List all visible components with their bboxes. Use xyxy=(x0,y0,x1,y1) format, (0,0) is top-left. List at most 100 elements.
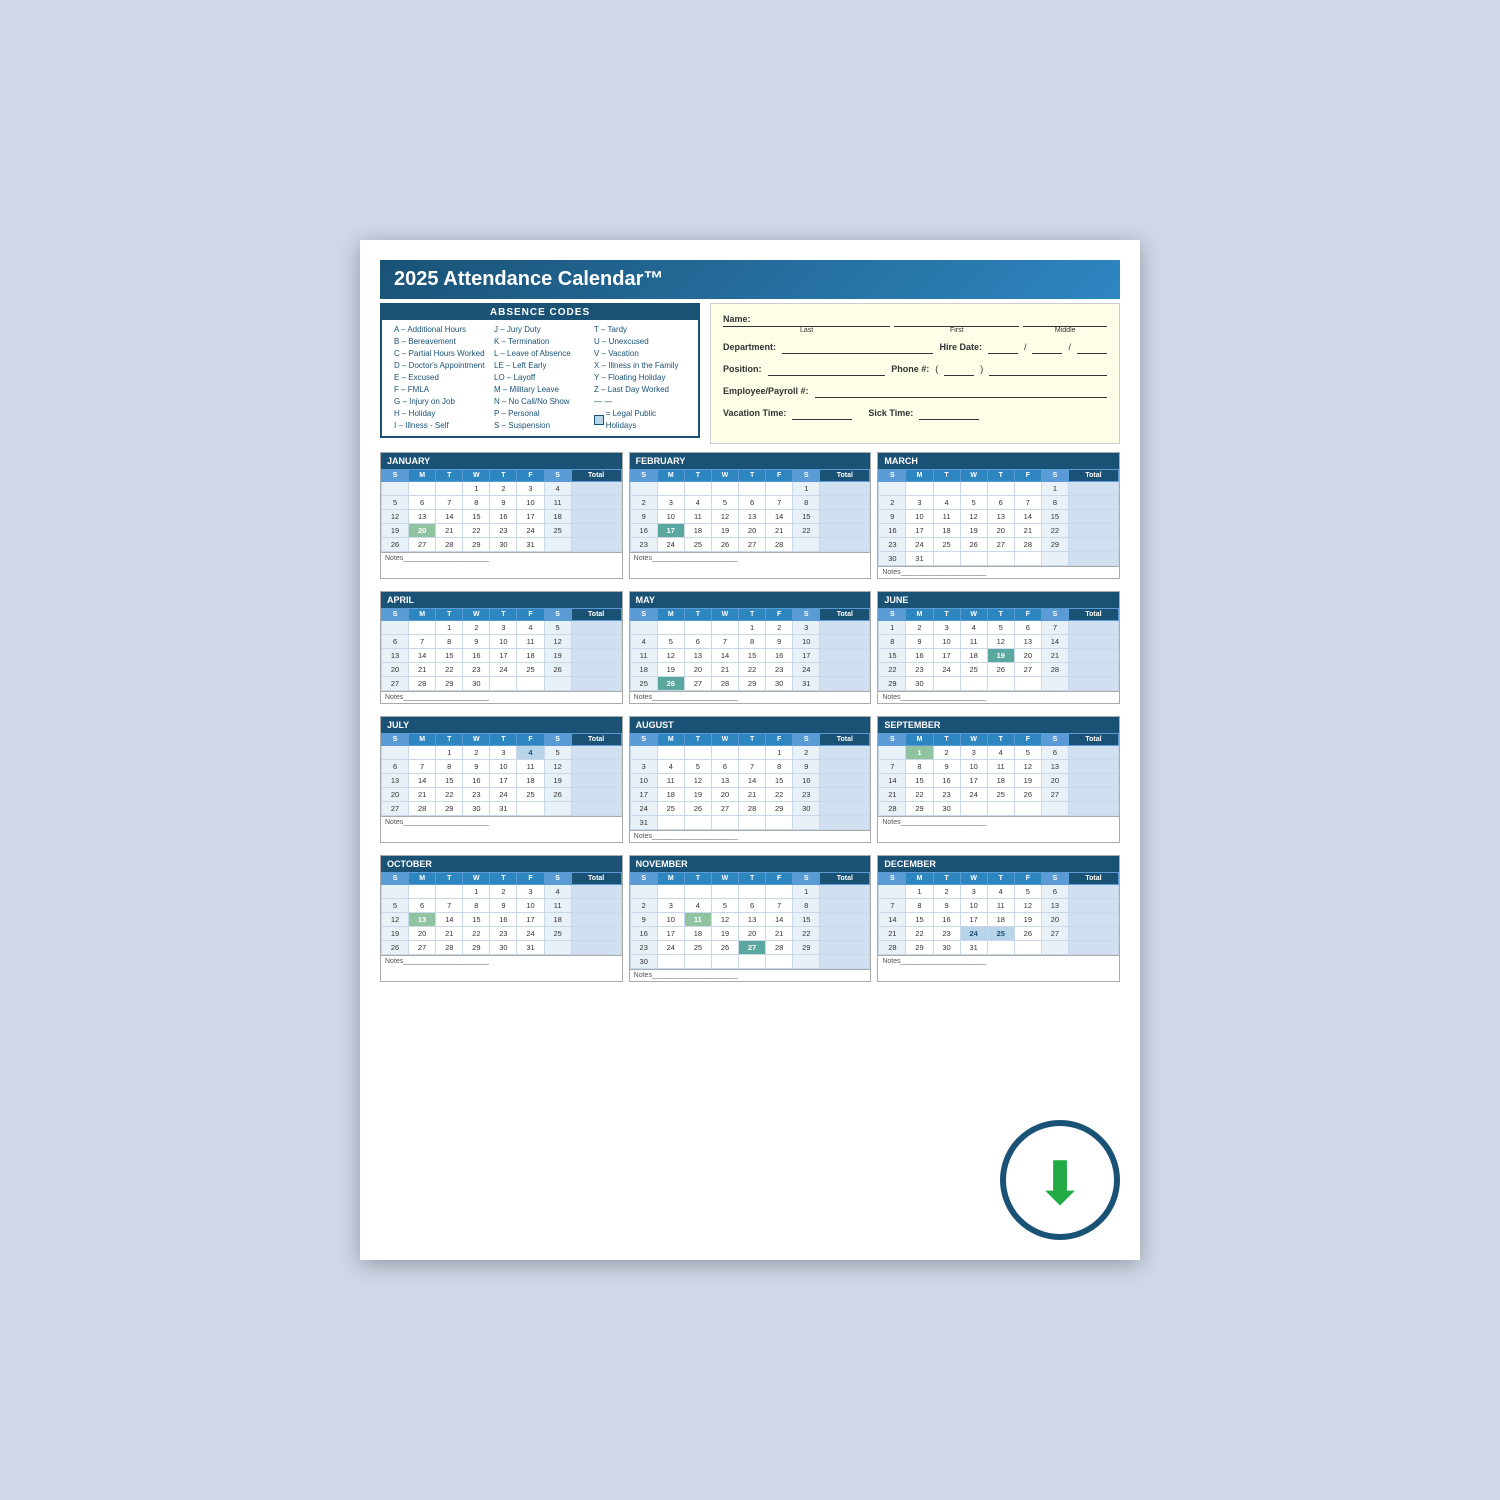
cal-day-cell: 29 xyxy=(879,677,906,691)
cal-week-row: 10111213141516 xyxy=(630,774,870,788)
cal-total-cell xyxy=(820,677,870,691)
cal-day-cell xyxy=(1014,677,1041,691)
cal-col-header-f-5: F xyxy=(517,873,544,885)
last-label: Last xyxy=(723,327,890,334)
cal-day-cell: 8 xyxy=(463,899,490,913)
cal-day-cell: 28 xyxy=(409,802,436,816)
cal-day-cell xyxy=(382,621,409,635)
cal-col-header-t-4: T xyxy=(490,734,517,746)
cal-day-cell: 2 xyxy=(766,621,793,635)
cal-total-cell xyxy=(820,482,870,496)
cal-col-header-w-3: W xyxy=(463,873,490,885)
cal-col-header-s-6: S xyxy=(793,873,820,885)
cal-col-header-total-7: Total xyxy=(1068,734,1118,746)
cal-week-row: 123456 xyxy=(879,885,1119,899)
cal-week-row: 15161718192021 xyxy=(879,649,1119,663)
cal-day-cell: 12 xyxy=(382,913,409,927)
cal-col-header-s-0: S xyxy=(879,470,906,482)
dept-field[interactable] xyxy=(782,340,933,354)
phone-area[interactable] xyxy=(944,362,974,376)
phone-number[interactable] xyxy=(989,362,1107,376)
cal-day-cell: 8 xyxy=(879,635,906,649)
code-P: P – Personal xyxy=(494,408,586,420)
cal-day-cell xyxy=(739,746,766,760)
cal-day-cell: 7 xyxy=(1041,621,1068,635)
cal-total-cell xyxy=(820,802,870,816)
cal-day-cell xyxy=(657,955,684,969)
cal-total-cell xyxy=(820,649,870,663)
hire-month[interactable] xyxy=(988,340,1018,354)
cal-day-cell: 27 xyxy=(409,941,436,955)
cal-col-header-m-1: M xyxy=(409,873,436,885)
cal-total-cell xyxy=(571,774,621,788)
emp-label: Employee/Payroll #: xyxy=(723,386,809,396)
cal-total-cell xyxy=(1068,663,1118,677)
emp-field[interactable] xyxy=(815,384,1107,398)
cal-total-cell xyxy=(571,885,621,899)
cal-day-cell: 28 xyxy=(409,677,436,691)
cal-day-cell: 20 xyxy=(382,788,409,802)
sick-field[interactable] xyxy=(919,406,979,420)
cal-day-cell: 1 xyxy=(463,885,490,899)
hire-year[interactable] xyxy=(1077,340,1107,354)
cal-total-cell xyxy=(571,621,621,635)
cal-day-cell: 1 xyxy=(436,621,463,635)
cal-col-header-w-3: W xyxy=(960,873,987,885)
position-field[interactable] xyxy=(768,362,886,376)
cal-table-april: SMTWTFSTotal1234567891011121314151617181… xyxy=(381,608,622,691)
hire-day[interactable] xyxy=(1032,340,1062,354)
cal-day-cell: 9 xyxy=(766,635,793,649)
cal-col-header-t-4: T xyxy=(987,470,1014,482)
cal-day-cell: 10 xyxy=(960,899,987,913)
cal-day-cell: 18 xyxy=(684,927,711,941)
cal-day-cell: 4 xyxy=(987,885,1014,899)
cal-day-cell: 24 xyxy=(657,941,684,955)
cal-day-cell: 9 xyxy=(463,760,490,774)
cal-total-cell xyxy=(571,510,621,524)
cal-day-cell: 30 xyxy=(933,802,960,816)
cal-day-cell: 13 xyxy=(1041,899,1068,913)
cal-day-cell: 4 xyxy=(987,746,1014,760)
cal-day-cell: 16 xyxy=(490,913,517,927)
cal-col-header-s-6: S xyxy=(1041,734,1068,746)
cal-day-cell: 15 xyxy=(463,913,490,927)
download-circle[interactable]: ⬇ xyxy=(1000,1120,1120,1240)
cal-day-cell: 3 xyxy=(657,496,684,510)
code-I: I – Illness - Self xyxy=(394,420,486,432)
cal-day-cell xyxy=(711,955,738,969)
cal-day-cell: 20 xyxy=(1041,913,1068,927)
cal-day-cell xyxy=(793,538,820,552)
cal-day-cell: 13 xyxy=(739,913,766,927)
cal-col-header-t-2: T xyxy=(436,873,463,885)
vacation-field[interactable] xyxy=(792,406,852,420)
cal-day-cell: 22 xyxy=(463,927,490,941)
cal-day-cell: 11 xyxy=(544,899,571,913)
cal-day-cell: 4 xyxy=(544,482,571,496)
cal-day-cell: 7 xyxy=(436,899,463,913)
cal-day-cell: 2 xyxy=(630,496,657,510)
cal-day-cell: 13 xyxy=(711,774,738,788)
cal-day-cell: 15 xyxy=(906,774,933,788)
cal-day-cell: 1 xyxy=(436,746,463,760)
cal-week-row: 30 xyxy=(630,955,870,969)
download-overlay[interactable]: ⬇ xyxy=(1000,1120,1120,1240)
cal-day-cell: 21 xyxy=(766,927,793,941)
cal-col-header-f-5: F xyxy=(517,470,544,482)
cal-day-cell: 5 xyxy=(711,899,738,913)
cal-day-cell: 11 xyxy=(517,635,544,649)
cal-day-cell: 16 xyxy=(463,774,490,788)
cal-col-header-m-1: M xyxy=(657,470,684,482)
cal-day-cell xyxy=(544,802,571,816)
cal-day-cell: 3 xyxy=(906,496,933,510)
cal-week-row: 1234 xyxy=(382,482,622,496)
cal-week-row: 3031 xyxy=(879,552,1119,566)
cal-col-header-total-7: Total xyxy=(1068,873,1118,885)
cal-col-header-w-3: W xyxy=(463,470,490,482)
cal-day-cell xyxy=(711,621,738,635)
cal-day-cell xyxy=(544,941,571,955)
cal-col-header-t-4: T xyxy=(490,609,517,621)
cal-day-cell: 7 xyxy=(1014,496,1041,510)
cal-col-header-s-0: S xyxy=(879,873,906,885)
cal-week-row: 6789101112 xyxy=(382,635,622,649)
calendar-march: MARCHSMTWTFSTotal12345678910111213141516… xyxy=(877,452,1120,579)
